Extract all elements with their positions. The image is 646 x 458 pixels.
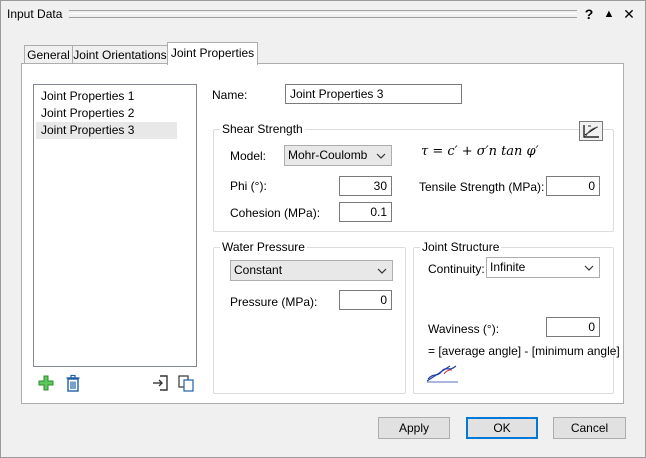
cohesion-label: Cohesion (MPa): xyxy=(230,206,321,220)
chevron-down-icon xyxy=(377,268,387,274)
add-icon[interactable] xyxy=(37,374,55,392)
water-pressure-type-value: Constant xyxy=(234,263,283,277)
input-data-dialog: Input Data ? ▲ ✕ General Joint Orientati… xyxy=(0,0,646,458)
model-value: Mohr-Coulomb xyxy=(288,148,368,162)
waviness-note: = [average angle] - [minimum angle] xyxy=(428,344,620,358)
delete-icon[interactable] xyxy=(65,374,81,392)
chevron-down-icon xyxy=(376,153,386,159)
joint-properties-list[interactable]: Joint Properties 1 Joint Properties 2 Jo… xyxy=(33,84,197,367)
title-grip xyxy=(69,10,577,18)
import-icon[interactable] xyxy=(151,374,169,392)
apply-button[interactable]: Apply xyxy=(378,417,450,439)
continuity-label: Continuity: xyxy=(428,262,485,276)
joint-structure-title: Joint Structure xyxy=(420,240,502,254)
tensile-strength-input[interactable]: 0 xyxy=(546,176,600,196)
water-pressure-title: Water Pressure xyxy=(220,240,307,254)
pressure-input[interactable]: 0 xyxy=(339,290,392,310)
close-button[interactable]: ✕ xyxy=(621,5,637,23)
list-item[interactable]: Joint Properties 2 xyxy=(36,105,177,122)
waviness-diagram-icon xyxy=(426,365,458,383)
model-dropdown[interactable]: Mohr-Coulomb xyxy=(284,145,392,166)
cohesion-input[interactable]: 0.1 xyxy=(339,202,392,222)
waviness-input[interactable]: 0 xyxy=(546,317,600,337)
list-item-selected[interactable]: Joint Properties 3 xyxy=(36,122,177,139)
water-pressure-type-dropdown[interactable]: Constant xyxy=(230,260,393,281)
collapse-button[interactable]: ▲ xyxy=(601,5,617,23)
name-label: Name: xyxy=(212,88,248,102)
tab-joint-orientations[interactable]: Joint Orientations xyxy=(72,45,168,65)
window-title: Input Data xyxy=(7,7,63,21)
tab-joint-properties[interactable]: Joint Properties xyxy=(167,42,258,65)
chevron-down-icon xyxy=(584,265,594,271)
continuity-dropdown[interactable]: Infinite xyxy=(486,257,600,278)
tab-general[interactable]: General xyxy=(24,45,73,65)
list-item[interactable]: Joint Properties 1 xyxy=(36,88,177,105)
pressure-label: Pressure (MPa): xyxy=(230,295,318,309)
copy-icon[interactable] xyxy=(177,374,195,392)
phi-input[interactable]: 30 xyxy=(339,176,392,196)
model-label: Model: xyxy=(230,149,267,163)
tensile-strength-label: Tensile Strength (MPa): xyxy=(419,180,545,194)
waviness-label: Waviness (°): xyxy=(428,322,500,336)
continuity-value: Infinite xyxy=(490,260,526,274)
shear-strength-title: Shear Strength xyxy=(220,122,305,136)
ok-button[interactable]: OK xyxy=(466,417,538,439)
phi-label: Phi (°): xyxy=(230,179,267,193)
shear-strength-chart-icon[interactable] xyxy=(579,121,603,141)
mohr-coulomb-formula: τ = c′ + σ′n tan φ′ xyxy=(421,144,539,159)
title-bar[interactable]: Input Data ? ▲ ✕ xyxy=(1,1,645,27)
cancel-button[interactable]: Cancel xyxy=(553,417,626,439)
help-button[interactable]: ? xyxy=(581,5,597,23)
name-input[interactable]: Joint Properties 3 xyxy=(285,84,462,104)
